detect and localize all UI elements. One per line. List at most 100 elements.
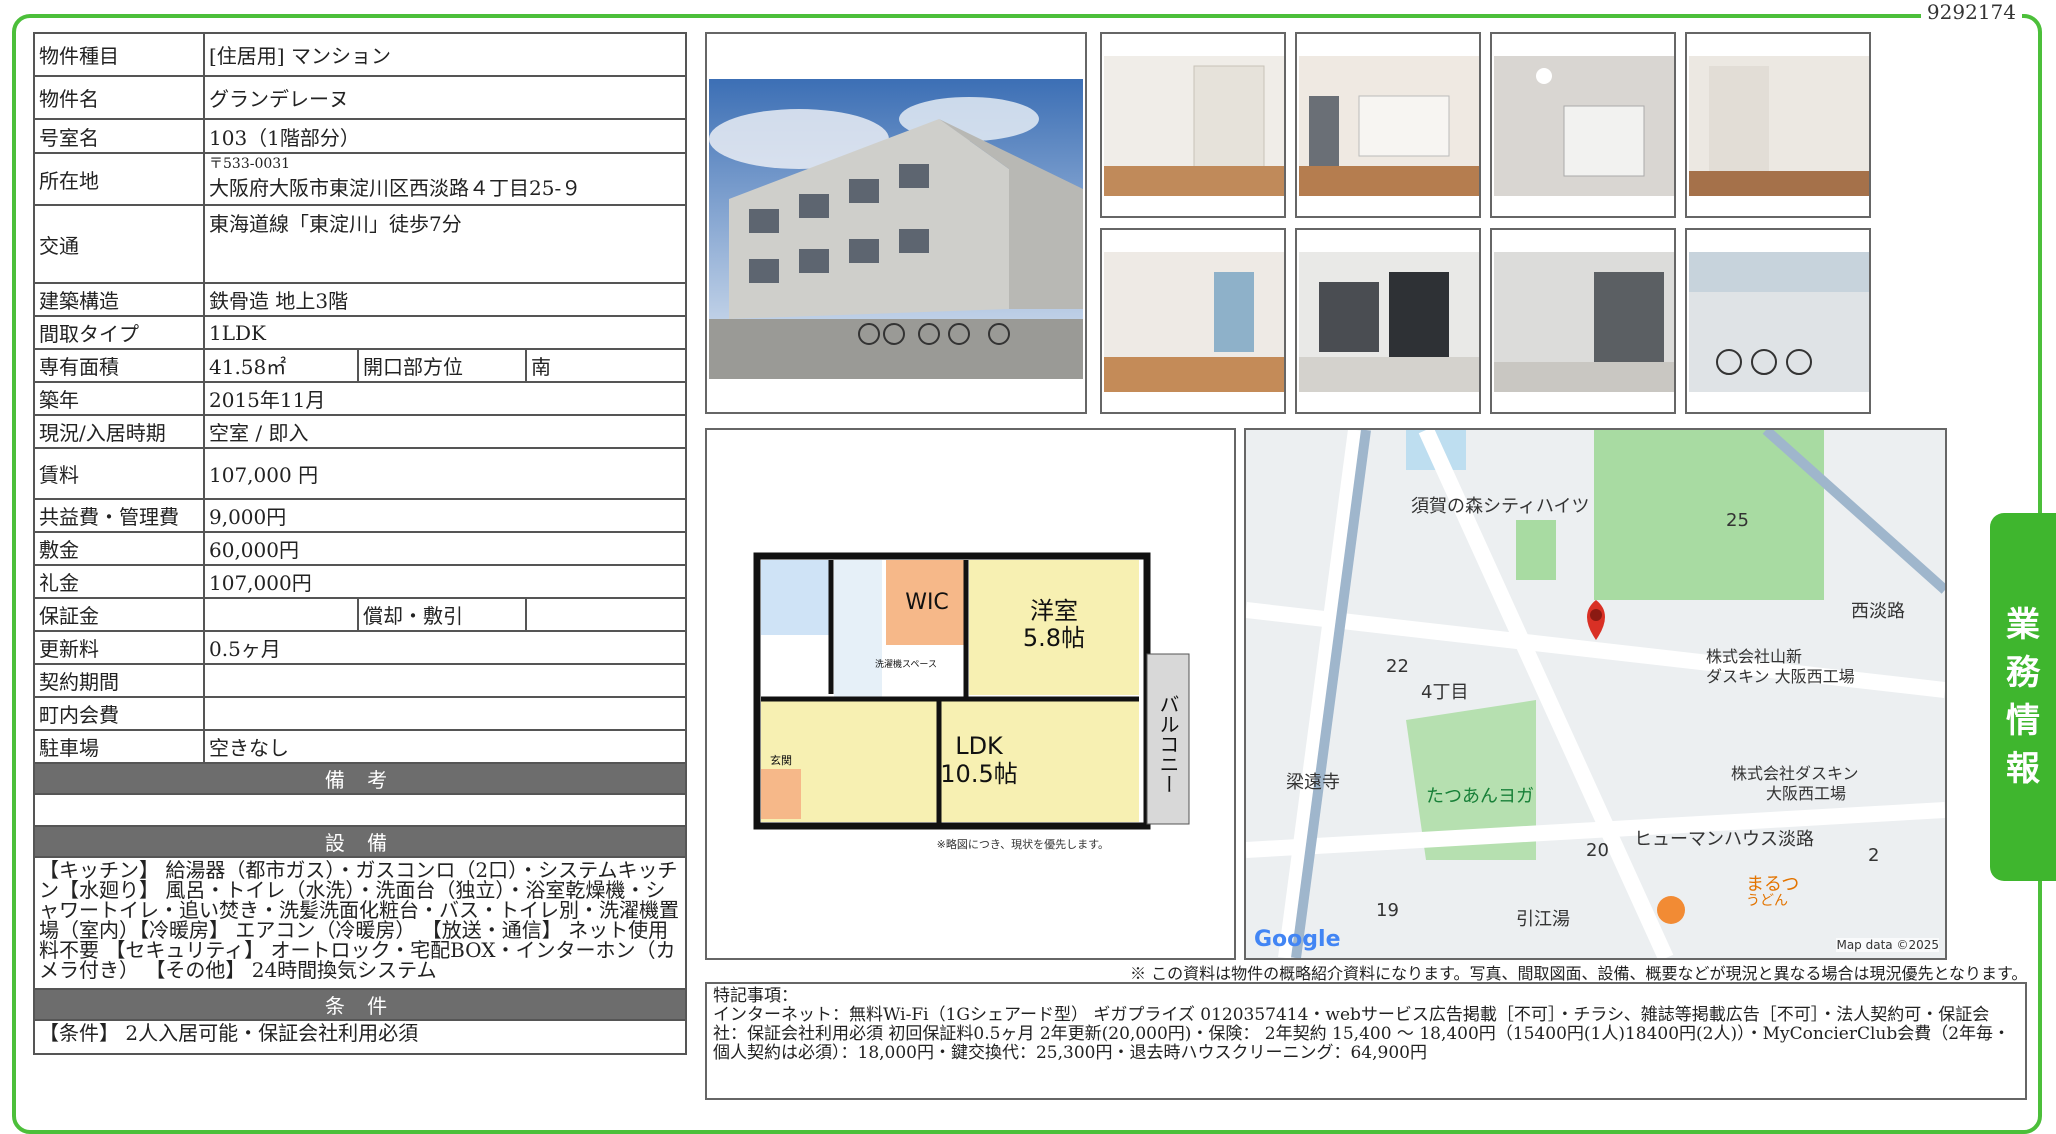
map-label: 大阪西工場 — [1766, 784, 1847, 803]
entrance-image — [1299, 252, 1479, 392]
western-room-label: 洋室 — [1030, 597, 1078, 625]
spec-label: 開口部方位 — [357, 348, 527, 383]
contract-period — [202, 663, 688, 698]
wic-label: WIC — [905, 590, 949, 615]
spec-label: 号室名 — [33, 118, 205, 154]
ldk-size: 10.5帖 — [940, 760, 1017, 788]
side-tab-char: 業 — [2006, 605, 2040, 645]
management-fee: 9,000円 — [202, 498, 688, 533]
spec-label: 専有面積 — [33, 348, 205, 383]
rent: 107,000 円 — [202, 447, 688, 500]
floor-area: 41.58㎡ — [203, 348, 359, 383]
map-label: 4丁目 — [1421, 682, 1469, 703]
balcony-label: バルコニー — [1156, 694, 1180, 794]
spec-label: 築年 — [33, 381, 205, 416]
entrance-label: 玄関 — [770, 753, 792, 767]
room-photo-2[interactable] — [1295, 32, 1481, 218]
map-label: ヒューマンハウス淡路 — [1634, 829, 1814, 850]
spec-label: 保証金 — [33, 597, 205, 632]
spec-label: 物件種目 — [33, 32, 205, 77]
closet-image — [1689, 56, 1869, 196]
postal-code: 〒533-0031 — [209, 156, 291, 172]
bathroom-image — [1494, 56, 1674, 196]
spec-label: 敷金 — [33, 531, 205, 566]
room-photo-6[interactable] — [1295, 228, 1481, 414]
map-label: 西淡路 — [1851, 601, 1905, 622]
spec-label: 物件名 — [33, 75, 205, 120]
map-label: 25 — [1726, 510, 1749, 531]
property-spec-table: 物件種目 [住居用] マンション 物件名 グランデレーヌ 号室名 103（1階部分） … — [32, 32, 688, 1055]
side-tab-char: 報 — [2006, 749, 2040, 789]
floor-plan[interactable]: WIC 洋室 5.8帖 LDK 10.5帖 バルコニー 洗濯機スペース 玄関 ※… — [705, 428, 1236, 960]
spec-label: 礼金 — [33, 564, 205, 599]
map-credit: Map data ©2025 — [1836, 938, 1939, 952]
spec-label: 償却・敷引 — [357, 597, 527, 632]
room-photo-5[interactable] — [1100, 228, 1286, 414]
status: 空室 / 即入 — [202, 414, 688, 449]
map-label: 須賀の森シティハイツ — [1411, 496, 1590, 517]
room-photo-3[interactable] — [1490, 32, 1676, 218]
spec-label: 共益費・管理費 — [33, 498, 205, 533]
document-id: 9292174 — [1920, 0, 2022, 24]
floor-plan-caption: ※略図につき、現状を優先します。 — [937, 837, 1109, 851]
spec-label: 間取タイプ — [33, 315, 205, 350]
map-label: 2 — [1868, 845, 1880, 866]
google-logo: Google — [1254, 927, 1341, 952]
exterior-photo[interactable] — [705, 32, 1087, 414]
spec-label: 更新料 — [33, 630, 205, 665]
kitchen-image — [1299, 56, 1479, 196]
renewal-fee: 0.5ヶ月 — [202, 630, 688, 665]
map-label: うどん — [1746, 893, 1788, 909]
special-notes-text: インターネット：無料Wi-Fi（1Gシェアード型） ギガプライズ 0120357… — [713, 1005, 2011, 1063]
map-label: たつあんヨガ — [1426, 786, 1534, 807]
building-exterior-image — [709, 79, 1083, 379]
remarks-text — [32, 793, 688, 827]
business-info-tab[interactable]: 業 務 情 報 — [1990, 513, 2056, 881]
spec-label: 賃料 — [33, 447, 205, 500]
side-tab-char: 情 — [2006, 701, 2040, 741]
room-photo-4[interactable] — [1685, 32, 1871, 218]
room-photo-7[interactable] — [1490, 228, 1676, 414]
disclaimer-note: ※ この資料は物件の概略紹介資料になります。写真、間取図面、設備、概要などが現況… — [1130, 964, 2028, 983]
spec-label: 所在地 — [33, 152, 205, 206]
spec-label: 建築構造 — [33, 282, 205, 317]
spec-label: 契約期間 — [33, 663, 205, 698]
room-image — [1104, 252, 1284, 392]
map-drawing — [1246, 430, 1945, 958]
conditions-text: 【条件】 2人入居可能・保証会社利用必須 — [32, 1019, 688, 1055]
spec-label: 駐車場 — [33, 729, 205, 764]
ldk-label: LDK — [955, 732, 1004, 760]
built-year: 2015年11月 — [202, 381, 688, 416]
conditions-header: 条 件 — [32, 988, 688, 1021]
mailbox-image — [1494, 252, 1674, 392]
special-notes-title: 特記事項： — [713, 986, 798, 1006]
side-tab-char: 務 — [2006, 653, 2040, 693]
room-photo-1[interactable] — [1100, 32, 1286, 218]
deposit: 60,000円 — [202, 531, 688, 566]
map-label: 19 — [1376, 900, 1399, 921]
map-label: 20 — [1586, 840, 1609, 861]
room-image — [1104, 56, 1284, 196]
map-label: ダスキン 大阪西工場 — [1706, 667, 1855, 686]
floor-plan-drawing: WIC 洋室 5.8帖 LDK 10.5帖 バルコニー 洗濯機スペース 玄関 ※… — [753, 552, 1190, 851]
map-label: 22 — [1386, 656, 1409, 677]
remarks-header: 備 考 — [32, 762, 688, 795]
western-room-size: 5.8帖 — [1023, 624, 1085, 652]
layout-type: 1LDK — [202, 315, 688, 350]
spec-label: 交通 — [33, 204, 205, 284]
spec-label: 現況/入居時期 — [33, 414, 205, 449]
equipment-header: 設 備 — [32, 825, 688, 858]
special-notes-box: 特記事項： インターネット：無料Wi-Fi（1Gシェアード型） ギガプライズ 0… — [705, 982, 2027, 1100]
structure: 鉄骨造 地上3階 — [202, 282, 688, 317]
room-number: 103（1階部分） — [202, 118, 688, 154]
bicycle-parking-image — [1689, 252, 1869, 392]
map-label: 引江湯 — [1516, 909, 1570, 930]
access: 東海道線「東淀川」徒歩7分 — [202, 204, 688, 284]
parking: 空きなし — [202, 729, 688, 764]
room-photo-8[interactable] — [1685, 228, 1871, 414]
community-fee — [202, 696, 688, 731]
map-label: 梁遠寺 — [1286, 772, 1340, 793]
location-map[interactable]: 須賀の森シティハイツ 25 西淡路 株式会社山新 ダスキン 大阪西工場 22 4… — [1244, 428, 1947, 960]
address: 大阪府大阪市東淀川区西淡路４丁目25-９ — [209, 176, 582, 200]
property-type: [住居用] マンション — [202, 32, 688, 77]
